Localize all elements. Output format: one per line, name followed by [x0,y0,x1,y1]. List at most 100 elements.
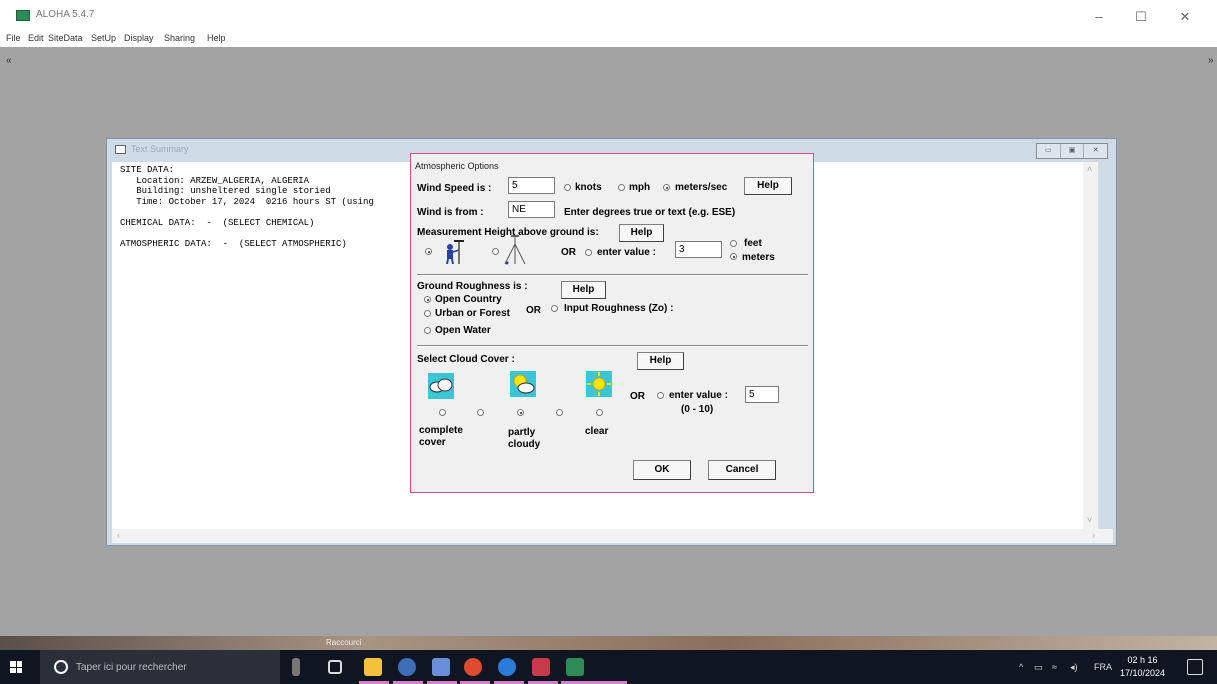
cancel-button[interactable]: Cancel [708,460,776,480]
app-icon-3[interactable] [432,658,450,676]
app-icon-2[interactable] [398,658,416,676]
feet-label: feet [744,238,762,249]
clear-sky-icon [586,371,612,397]
title-bar: ALOHA 5.4.7 – ☐ ✕ [0,0,1217,30]
cloud-radio-4[interactable] [556,409,563,416]
wind-speed-label: Wind Speed is : [417,183,492,194]
menu-edit[interactable]: Edit [28,33,44,43]
vertical-scrollbar[interactable]: ˄ ˅ [1083,162,1098,529]
person-instrument-icon [443,238,465,265]
summary-window-controls: ▭ ▣ ✕ [1036,143,1108,159]
cloud-range-label: (0 - 10) [681,404,714,415]
complete-label: complete [419,425,463,436]
cloud-help-button[interactable]: Help [637,352,684,370]
wind-speed-input[interactable] [508,177,555,194]
input-roughness-label: Input Roughness (Zo) : [564,303,674,314]
edge-glyph-right: » [1208,55,1214,66]
clock-date: 17/10/2024 [1119,668,1165,678]
height-enter-value-label: enter value : [597,247,656,258]
summary-line: CHEMICAL DATA: - (SELECT CHEMICAL) [120,217,315,228]
app-icon-5[interactable] [498,658,516,676]
volume-icon[interactable]: ◂) [1070,662,1078,673]
cloud-cover-label: Select Cloud Cover : [417,354,515,365]
menu-sharing[interactable]: Sharing [164,33,195,43]
battery-icon[interactable]: ▭ [1034,662,1043,673]
close-button[interactable]: ✕ [1170,7,1200,27]
menu-display[interactable]: Display [124,33,154,43]
wind-from-input[interactable] [508,201,555,218]
language-indicator[interactable]: FRA [1094,662,1112,672]
cloud-radio-1[interactable] [439,409,446,416]
wifi-icon[interactable]: ≈ [1052,662,1057,672]
menu-setup[interactable]: SetUp [91,33,116,43]
cloud-radio-3[interactable] [517,409,524,416]
height-or-label: OR [561,247,576,258]
height-preset-radio-2[interactable] [492,248,499,255]
chrome-icon[interactable] [464,658,482,676]
ok-button[interactable]: OK [633,460,691,480]
menu-help[interactable]: Help [207,33,226,43]
scroll-up-icon[interactable]: ˄ [1087,164,1092,174]
summary-close-icon[interactable]: ✕ [1084,144,1107,158]
microphone-icon[interactable] [292,658,300,676]
cloudy-label: cloudy [508,439,541,450]
shortcut-label: Raccourci [326,638,362,647]
open-water-radio[interactable] [424,327,431,334]
height-preset-radio-1[interactable] [425,248,432,255]
app-title: ALOHA 5.4.7 [36,9,95,20]
meters-radio[interactable] [730,253,737,260]
window-icon [115,145,126,154]
summary-line: SITE DATA: [120,165,175,175]
height-enter-value-radio[interactable] [585,249,592,256]
wind-speed-help-button[interactable]: Help [744,177,792,195]
text-summary-title: Text Summary [131,144,189,154]
taskbar-clock[interactable]: 02 h 16 17/10/2024 [1120,654,1165,680]
scroll-right-icon[interactable]: › [1092,530,1095,540]
file-explorer-icon[interactable] [364,658,382,676]
minimize-button[interactable]: – [1084,7,1114,27]
summary-line: Location: ARZEW_ALGERIA, ALGERIA [120,175,310,186]
open-country-radio[interactable] [424,296,431,303]
mph-radio[interactable] [618,184,625,191]
separator-1 [417,274,808,276]
menu-file[interactable]: File [6,33,21,43]
summary-minimize-icon[interactable]: ▭ [1037,144,1061,158]
aloha-taskbar-icon[interactable] [566,658,584,676]
weather-tower-icon [503,234,527,266]
summary-line: Building: unsheltered single storied [120,186,331,196]
horizontal-scrollbar[interactable]: ‹ › [112,529,1113,543]
desktop-background-strip [0,636,1217,650]
wind-from-hint: Enter degrees true or text (e.g. ESE) [564,207,736,218]
cloud-enter-value-radio[interactable] [657,392,664,399]
open-water-label: Open Water [435,325,491,336]
summary-text: SITE DATA: Location: ARZEW_ALGERIA, ALGE… [120,165,374,249]
height-value-input[interactable] [675,241,722,258]
taskbar-search-box[interactable]: Taper ici pour rechercher [40,650,280,684]
app-icon-6[interactable] [532,658,550,676]
cloud-radio-5[interactable] [596,409,603,416]
cloud-radio-2[interactable] [477,409,484,416]
aloha-app-icon [16,10,30,21]
windows-start-icon[interactable] [10,661,22,673]
scroll-left-icon[interactable]: ‹ [117,530,120,540]
scroll-down-icon[interactable]: ˅ [1087,515,1092,525]
meters-sec-radio[interactable] [663,184,670,191]
separator-2 [417,345,808,347]
summary-restore-icon[interactable]: ▣ [1061,144,1085,158]
roughness-help-button[interactable]: Help [561,281,606,299]
maximize-button[interactable]: ☐ [1126,7,1156,27]
complete-cover-icon [428,373,454,399]
menu-sitedata[interactable]: SiteData [48,33,83,43]
tray-chevron-icon[interactable]: ^ [1019,662,1023,672]
cloud-value-input[interactable] [745,386,779,403]
feet-radio[interactable] [730,240,737,247]
task-view-icon[interactable] [328,660,342,674]
open-country-label: Open Country [435,294,502,305]
urban-forest-radio[interactable] [424,310,431,317]
input-roughness-radio[interactable] [551,305,558,312]
knots-radio[interactable] [564,184,571,191]
height-help-button[interactable]: Help [619,224,664,242]
notification-center-icon[interactable] [1187,659,1203,675]
roughness-or-label: OR [526,305,541,316]
dialog-title: Atmospheric Options [415,161,499,171]
